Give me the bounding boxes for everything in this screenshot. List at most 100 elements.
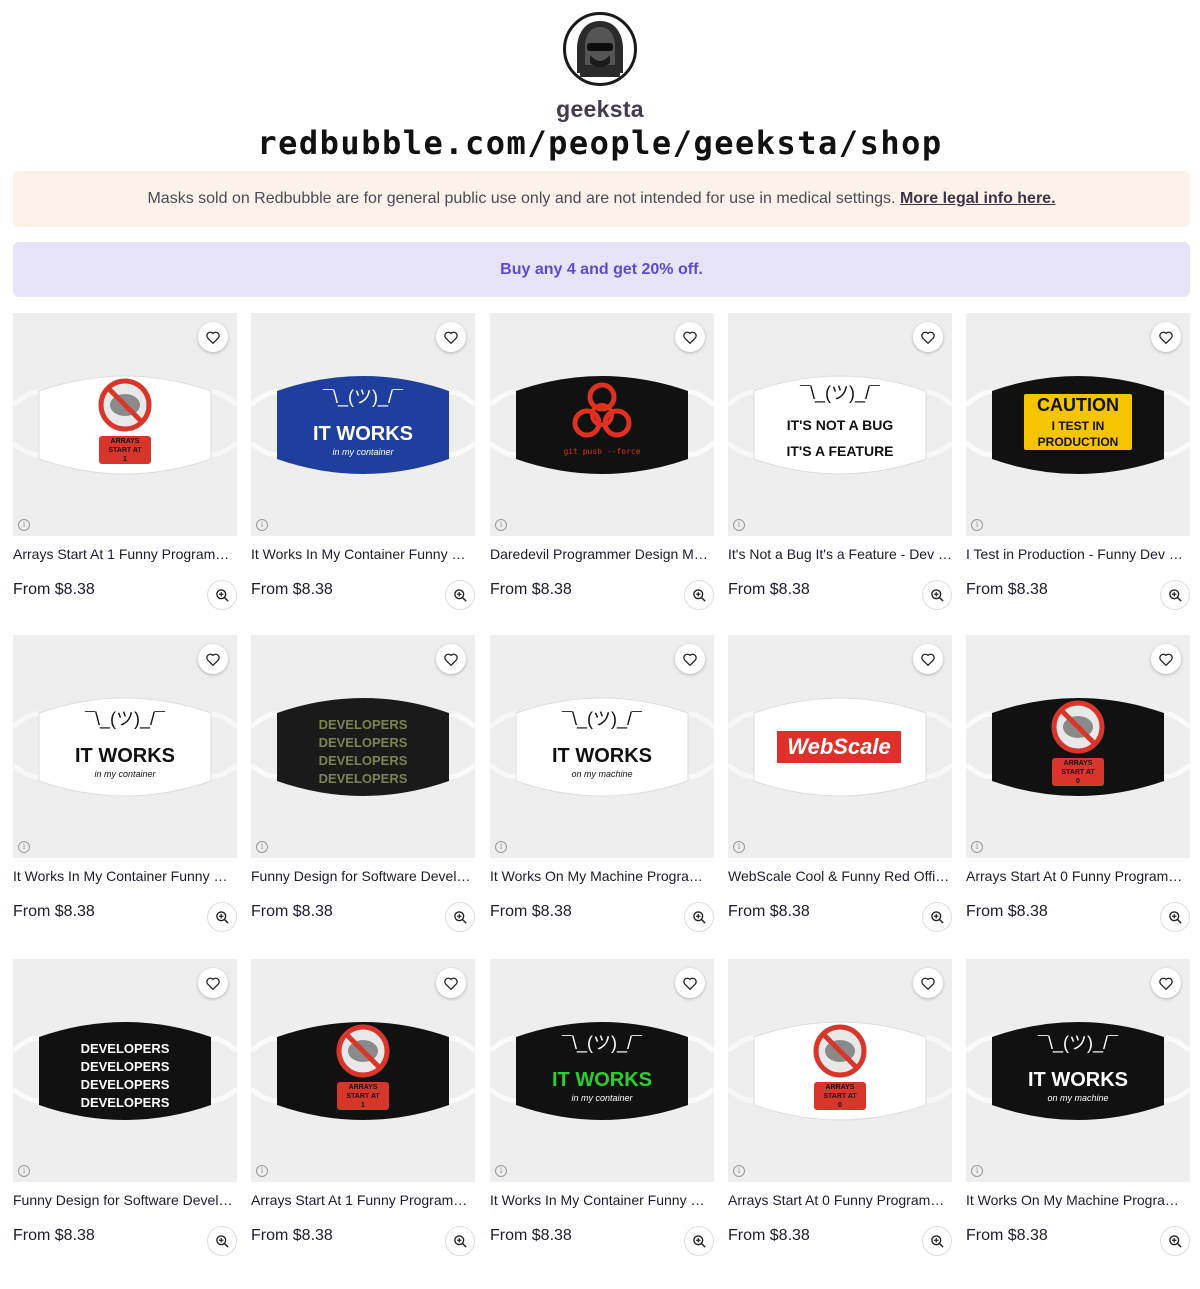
favorite-button[interactable] (198, 968, 228, 998)
mask-print-line: DEVELOPERS (80, 1041, 170, 1056)
product-card[interactable]: ARRAYS START AT 0 i Arrays Start At 0 Funn… (966, 635, 1190, 935)
info-icon[interactable]: i (256, 841, 268, 853)
quick-view-button[interactable] (445, 1226, 475, 1256)
product-title[interactable]: It Works On My Machine Programmer Mask (490, 868, 714, 884)
product-image[interactable]: ¯\_(ツ)_/¯ IT WORKS in my container i (13, 635, 237, 858)
product-title[interactable]: It's Not a Bug It's a Feature - Dev Mask (728, 546, 952, 562)
product-image[interactable]: ARRAYS START AT 0 i (966, 635, 1190, 858)
product-title[interactable]: Arrays Start At 0 Funny Programming Mask (728, 1192, 952, 1208)
shop-name[interactable]: geeksta (0, 96, 1200, 123)
info-icon[interactable]: i (18, 519, 30, 531)
quick-view-button[interactable] (684, 1226, 714, 1256)
product-image[interactable]: ¯\_(ツ)_/¯ IT'S NOT A BUG IT'S A FEATURE … (728, 313, 952, 536)
info-icon[interactable]: i (495, 1165, 507, 1177)
product-title[interactable]: WebScale Cool & Funny Red Office Mask (728, 868, 952, 884)
product-card[interactable]: ARRAYS START AT 0 i Arrays Start At 0 Funn… (728, 959, 952, 1259)
favorite-button[interactable] (913, 644, 943, 674)
zoom-in-icon (215, 588, 229, 602)
info-icon[interactable]: i (971, 519, 983, 531)
favorite-button[interactable] (436, 322, 466, 352)
product-card[interactable]: git push --force i Daredevil Programmer … (490, 313, 714, 613)
favorite-button[interactable] (198, 644, 228, 674)
favorite-button[interactable] (913, 322, 943, 352)
product-card[interactable]: WebScale i WebScale Cool & Funny Red Off… (728, 635, 952, 935)
favorite-button[interactable] (198, 322, 228, 352)
product-image[interactable]: git push --force i (490, 313, 714, 536)
product-title[interactable]: Funny Design for Software Developers Mas… (13, 1192, 237, 1208)
mask-print-line: ARRAYS START AT 1 (108, 438, 142, 463)
mask-print-line: ARRAYS START AT 1 (346, 1084, 380, 1109)
quick-view-button[interactable] (445, 580, 475, 610)
info-icon[interactable]: i (495, 841, 507, 853)
product-title[interactable]: Funny Design for Software Developers Mas… (251, 868, 475, 884)
product-image[interactable]: ¯\_(ツ)_/¯ IT WORKS on my machine i (966, 959, 1190, 1182)
avatar[interactable] (563, 12, 637, 86)
quick-view-button[interactable] (922, 902, 952, 932)
favorite-button[interactable] (1151, 968, 1181, 998)
product-card[interactable]: CAUTION I TEST IN PRODUCTION i I Test in… (966, 313, 1190, 613)
info-icon[interactable]: i (733, 1165, 745, 1177)
product-card[interactable]: ¯\_(ツ)_/¯ IT WORKS on my machine i It Wo… (966, 959, 1190, 1259)
product-card[interactable]: DEVELOPERS DEVELOPERS DEVELOPERS DEVELOPERS… (251, 635, 475, 935)
quick-view-button[interactable] (207, 1226, 237, 1256)
info-icon[interactable]: i (733, 841, 745, 853)
product-title[interactable]: It Works In My Container Funny Mask (13, 868, 237, 884)
product-title[interactable]: It Works In My Container Funny Mask (251, 546, 475, 562)
product-card[interactable]: ¯\_(ツ)_/¯ IT'S NOT A BUG IT'S A FEATURE … (728, 313, 952, 613)
product-card[interactable]: ¯\_(ツ)_/¯ IT WORKS in my container i It … (490, 959, 714, 1259)
product-image[interactable]: ¯\_(ツ)_/¯ IT WORKS in my container i (251, 313, 475, 536)
quick-view-button[interactable] (1160, 580, 1190, 610)
product-card[interactable]: ARRAYS START AT 1 i Arrays Start At 1 Funn… (251, 959, 475, 1259)
product-image[interactable]: ARRAYS START AT 1 i (251, 959, 475, 1182)
favorite-button[interactable] (675, 644, 705, 674)
legal-info-link[interactable]: More legal info here. (900, 190, 1056, 207)
favorite-button[interactable] (1151, 322, 1181, 352)
favorite-button[interactable] (436, 968, 466, 998)
product-image[interactable]: DEVELOPERS DEVELOPERS DEVELOPERS DEVELOPERS… (13, 959, 237, 1182)
product-image[interactable]: WebScale i (728, 635, 952, 858)
quick-view-button[interactable] (207, 580, 237, 610)
quick-view-button[interactable] (922, 580, 952, 610)
quick-view-button[interactable] (207, 902, 237, 932)
product-title[interactable]: Arrays Start At 0 Funny Programming Mask (966, 868, 1190, 884)
product-card[interactable]: ¯\_(ツ)_/¯ IT WORKS in my container i It … (13, 635, 237, 935)
promo-banner[interactable]: Buy any 4 and get 20% off. (13, 242, 1190, 297)
info-icon[interactable]: i (495, 519, 507, 531)
quick-view-button[interactable] (1160, 902, 1190, 932)
info-icon[interactable]: i (18, 841, 30, 853)
quick-view-button[interactable] (445, 902, 475, 932)
product-image[interactable]: ¯\_(ツ)_/¯ IT WORKS in my container i (490, 959, 714, 1182)
info-icon[interactable]: i (733, 519, 745, 531)
favorite-button[interactable] (675, 322, 705, 352)
product-image[interactable]: ARRAYS START AT 0 i (728, 959, 952, 1182)
info-icon[interactable]: i (971, 1165, 983, 1177)
product-image[interactable]: DEVELOPERS DEVELOPERS DEVELOPERS DEVELOPERS… (251, 635, 475, 858)
favorite-button[interactable] (675, 968, 705, 998)
favorite-button[interactable] (436, 644, 466, 674)
product-image[interactable]: ¯\_(ツ)_/¯ IT WORKS on my machine i (490, 635, 714, 858)
product-title[interactable]: Daredevil Programmer Design Mask (490, 546, 714, 562)
quick-view-button[interactable] (684, 902, 714, 932)
product-card[interactable]: ¯\_(ツ)_/¯ IT WORKS on my machine i It Wo… (490, 635, 714, 935)
mask-print-line: DEVELOPERS (318, 735, 408, 750)
favorite-button[interactable] (913, 968, 943, 998)
product-title[interactable]: I Test in Production - Funny Dev Mask (966, 546, 1190, 562)
info-icon[interactable]: i (18, 1165, 30, 1177)
product-card[interactable]: ARRAYS START AT 1 i Arrays Start At 1 Funn… (13, 313, 237, 613)
product-title[interactable]: Arrays Start At 1 Funny Programming Mask (251, 1192, 475, 1208)
info-icon[interactable]: i (256, 519, 268, 531)
product-title[interactable]: Arrays Start At 1 Funny Programming Mask (13, 546, 237, 562)
product-card[interactable]: ¯\_(ツ)_/¯ IT WORKS in my container i It … (251, 313, 475, 613)
info-icon[interactable]: i (256, 1165, 268, 1177)
info-icon[interactable]: i (971, 841, 983, 853)
quick-view-button[interactable] (1160, 1226, 1190, 1256)
product-title[interactable]: It Works In My Container Funny Mask (490, 1192, 714, 1208)
product-title[interactable]: It Works On My Machine Programmer Mask (966, 1192, 1190, 1208)
quick-view-button[interactable] (684, 580, 714, 610)
quick-view-button[interactable] (922, 1226, 952, 1256)
product-image[interactable]: CAUTION I TEST IN PRODUCTION i (966, 313, 1190, 536)
product-card[interactable]: DEVELOPERS DEVELOPERS DEVELOPERS DEVELOPERS… (13, 959, 237, 1259)
product-image[interactable]: ARRAYS START AT 1 i (13, 313, 237, 536)
favorite-button[interactable] (1151, 644, 1181, 674)
mask-print-line: IT'S NOT A BUG (786, 417, 894, 433)
